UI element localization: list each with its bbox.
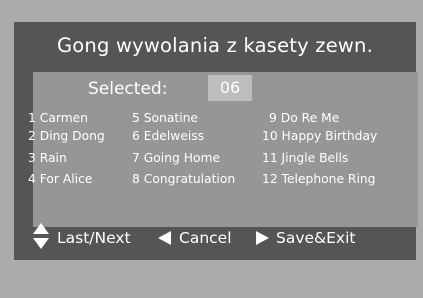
right-triangle-icon [256, 231, 269, 245]
menu-title: Gong wywolania z kasety zewn. [56, 34, 374, 57]
melody-item[interactable]: 10 Happy Birthday [262, 128, 377, 144]
melody-item[interactable]: 11 Jingle Bells [262, 150, 348, 166]
selected-label: Selected: [88, 79, 168, 99]
melody-item[interactable]: 3 Rain [28, 150, 67, 166]
melody-item[interactable]: 6 Edelweiss [132, 128, 204, 144]
selected-value[interactable]: 06 [208, 75, 252, 101]
melody-item[interactable]: 1 Carmen [28, 110, 88, 126]
cancel-hint: Cancel [179, 229, 232, 247]
screenshot: { "title": "Gong wywolania z kasety zewn… [0, 0, 423, 298]
melody-item[interactable]: 9 Do Re Me [269, 110, 339, 126]
melody-item[interactable]: 4 For Alice [28, 171, 92, 187]
melody-item[interactable]: 12 Telephone Ring [262, 171, 375, 187]
up-down-arrows-icon [33, 223, 49, 249]
left-triangle-icon [158, 231, 171, 245]
melody-item[interactable]: 5 Sonatine [132, 110, 198, 126]
save-exit-hint: Save&Exit [276, 229, 356, 247]
melody-item[interactable]: 8 Congratulation [132, 171, 235, 187]
melody-item[interactable]: 2 Ding Dong [28, 128, 105, 144]
melody-item[interactable]: 7 Going Home [132, 150, 220, 166]
last-next-hint: Last/Next [57, 229, 131, 247]
